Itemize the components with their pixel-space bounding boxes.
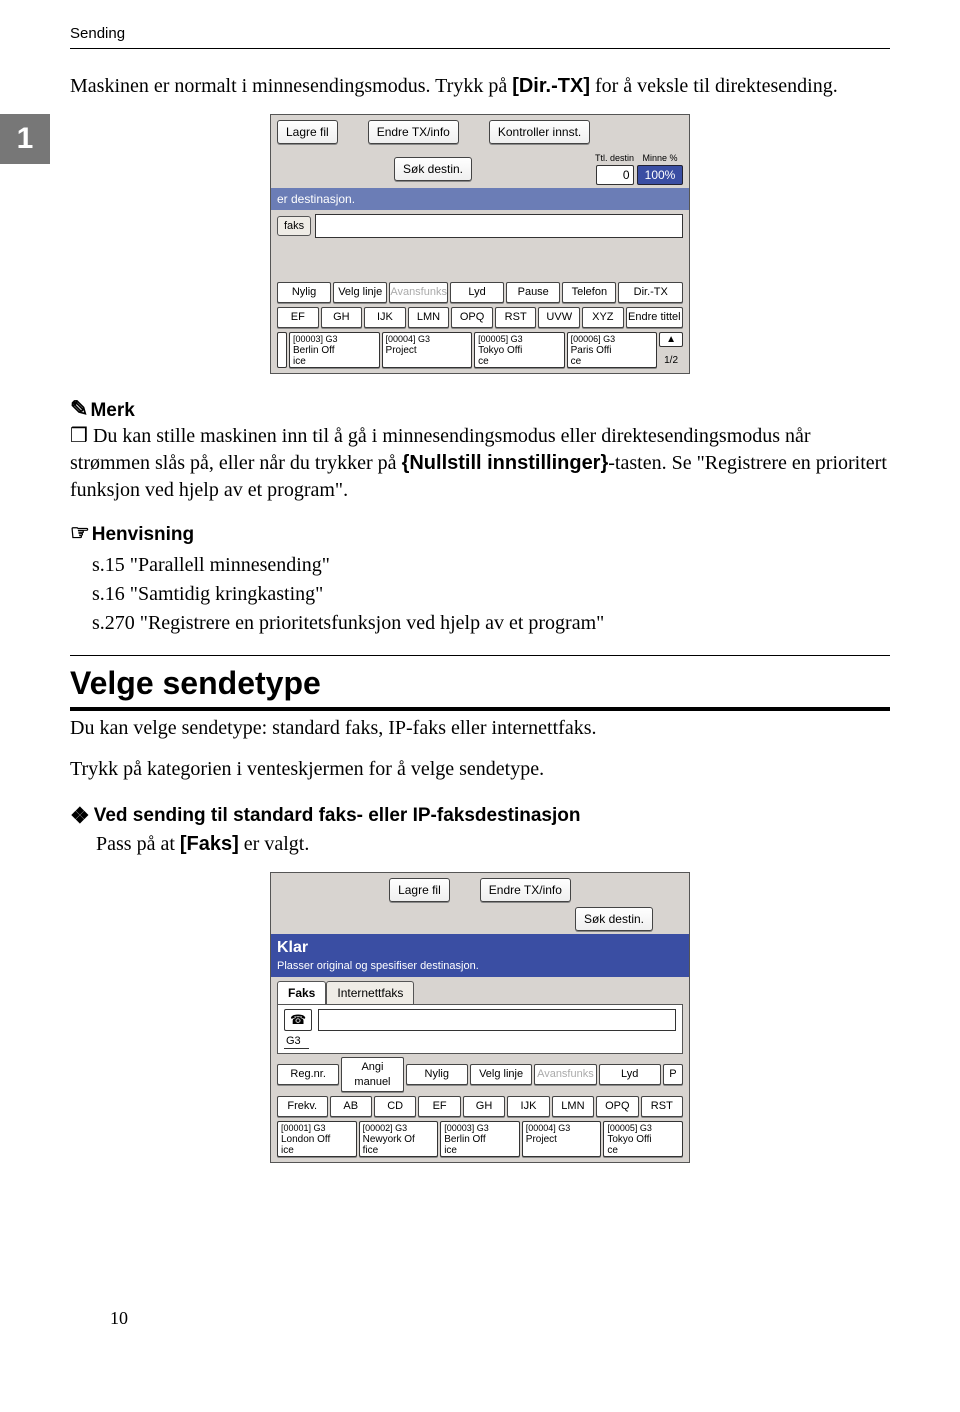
panel-key[interactable]: EF [418, 1096, 460, 1117]
destination-button[interactable]: [00004] G3 Project [382, 332, 473, 368]
page-up-icon[interactable]: ▲ [659, 332, 683, 348]
reference-item: s.16 "Samtidig kringkasting" [92, 581, 890, 608]
panel-key[interactable]: Velg linje [333, 282, 387, 303]
memory-value: 100% [637, 165, 683, 185]
panel-key[interactable]: Telefon [562, 282, 616, 303]
panel-key[interactable]: Reg.nr. [277, 1064, 339, 1085]
prev-page-icon[interactable] [277, 332, 287, 368]
panel-key[interactable]: LMN [408, 307, 450, 328]
destination-button[interactable]: [00002] G3 Newyork Office [359, 1121, 439, 1157]
section-heading: Velge sendetype [70, 655, 890, 711]
intro-bold: [Dir.-TX] [512, 75, 590, 97]
panel-btn[interactable]: Kontroller innst. [489, 120, 590, 144]
section-para: Trykk på kategorien i venteskjermen for … [70, 756, 890, 783]
panel-key[interactable]: IJK [364, 307, 406, 328]
reference-list: s.15 "Parallell minnesending" s.16 "Samt… [92, 552, 890, 637]
panel-key[interactable]: RST [495, 307, 537, 328]
step-tab: 1 [0, 114, 50, 164]
ttl-destin-value: 0 [596, 165, 634, 185]
destination-button[interactable]: [00001] G3 London Office [277, 1121, 357, 1157]
panel-key[interactable]: Velg linje [470, 1064, 532, 1085]
panel-key[interactable]: RST [641, 1096, 683, 1117]
panel-btn[interactable]: Lagre fil [277, 120, 338, 144]
destination-button[interactable]: [00003] G3 Berlin Office [289, 332, 380, 368]
panel-key[interactable]: EF [277, 307, 319, 328]
destination-button[interactable]: [00003] G3 Berlin Office [440, 1121, 520, 1157]
panel-key[interactable]: GH [463, 1096, 505, 1117]
reference-item: s.270 "Registrere en prioritetsfunksjon … [92, 610, 890, 637]
panel-key[interactable]: LMN [552, 1096, 594, 1117]
panel-key[interactable]: UVW [538, 307, 580, 328]
page-number: 10 [110, 1306, 128, 1330]
panel-key[interactable]: OPQ [451, 307, 493, 328]
panel-key[interactable]: Avansfunks [534, 1064, 596, 1085]
tab-faks[interactable]: Faks [277, 981, 326, 1004]
destination-button[interactable]: [00006] G3 Paris Office [567, 332, 658, 368]
reference-item: s.15 "Parallell minnesending" [92, 552, 890, 579]
running-head: Sending [70, 24, 890, 49]
section-para: Du kan velge sendetype: standard faks, I… [70, 715, 890, 742]
panel-key[interactable]: Nylig [406, 1064, 468, 1085]
intro-text-b: for å veksle til direktesending. [590, 75, 838, 97]
dir-tx-button[interactable]: Dir.-TX [618, 282, 683, 303]
panel-key[interactable]: Frekv. [277, 1096, 328, 1117]
destination-prompt: er destinasjon. [271, 188, 689, 210]
panel-key[interactable]: AB [330, 1096, 372, 1117]
pencil-icon: ✎ [70, 396, 88, 421]
hand-icon: ☞ [70, 520, 90, 545]
destination-button[interactable]: [00005] G3 Tokyo Office [474, 332, 565, 368]
destination-button[interactable]: [00004] G3 Project [522, 1121, 602, 1157]
search-destination-button[interactable]: Søk destin. [394, 157, 472, 181]
panel-key[interactable]: OPQ [596, 1096, 638, 1117]
phone-icon[interactable]: ☎ [284, 1009, 312, 1031]
subsection-body: Pass på at [Faks] er valgt. [96, 831, 890, 858]
fax-tab-mini[interactable]: faks [277, 216, 311, 237]
panel-key[interactable]: Avansfunks [389, 282, 448, 303]
reference-heading: ☞Henvisning [70, 518, 890, 548]
note-body: ❒ Du kan stille maskinen inn til å gå i … [70, 423, 890, 504]
panel-key[interactable]: Endre tittel [626, 307, 683, 328]
diamond-icon: ❖ [70, 803, 90, 828]
status-text: Klar [277, 937, 683, 959]
status-subtext: Plasser original og spesifiser destinasj… [277, 959, 683, 974]
panel-key[interactable]: XYZ [582, 307, 624, 328]
page-indicator: 1/2 [659, 354, 683, 368]
fax-panel-screenshot-2: Lagre fil Endre TX/info Søk destin. Klar… [270, 872, 690, 1163]
search-destination-button[interactable]: Søk destin. [575, 907, 653, 931]
intro-paragraph: Maskinen er normalt i minnesendingsmodus… [70, 73, 890, 100]
line-label: G3 [284, 1035, 309, 1049]
panel-key[interactable]: Angi manuel [341, 1057, 403, 1093]
panel-key[interactable]: Nylig [277, 282, 331, 303]
panel-btn[interactable]: Endre TX/info [368, 120, 459, 144]
panel-key[interactable]: Pause [506, 282, 560, 303]
box-bullet-icon: ❒ [70, 425, 88, 447]
panel-key[interactable]: Lyd [450, 282, 504, 303]
subsection-heading: ❖Ved sending til standard faks- eller IP… [70, 801, 890, 831]
panel-btn[interactable]: Endre TX/info [480, 878, 571, 902]
fax-panel-screenshot-1: Lagre fil Endre TX/info Kontroller innst… [270, 114, 690, 373]
panel-key[interactable]: IJK [507, 1096, 549, 1117]
panel-key[interactable]: GH [321, 307, 363, 328]
panel-key[interactable]: P [663, 1064, 683, 1085]
ttl-destin-label: Ttl. destin [595, 152, 634, 164]
memory-label: Minne % [643, 152, 678, 164]
panel-key[interactable]: CD [374, 1096, 416, 1117]
destination-button[interactable]: [00005] G3 Tokyo Office [603, 1121, 683, 1157]
panel-key[interactable]: Lyd [599, 1064, 661, 1085]
intro-text-a: Maskinen er normalt i minnesendingsmodus… [70, 75, 512, 97]
note-heading: ✎Merk [70, 394, 890, 424]
panel-btn[interactable]: Lagre fil [389, 878, 450, 902]
tab-internettfaks[interactable]: Internettfaks [326, 981, 414, 1004]
